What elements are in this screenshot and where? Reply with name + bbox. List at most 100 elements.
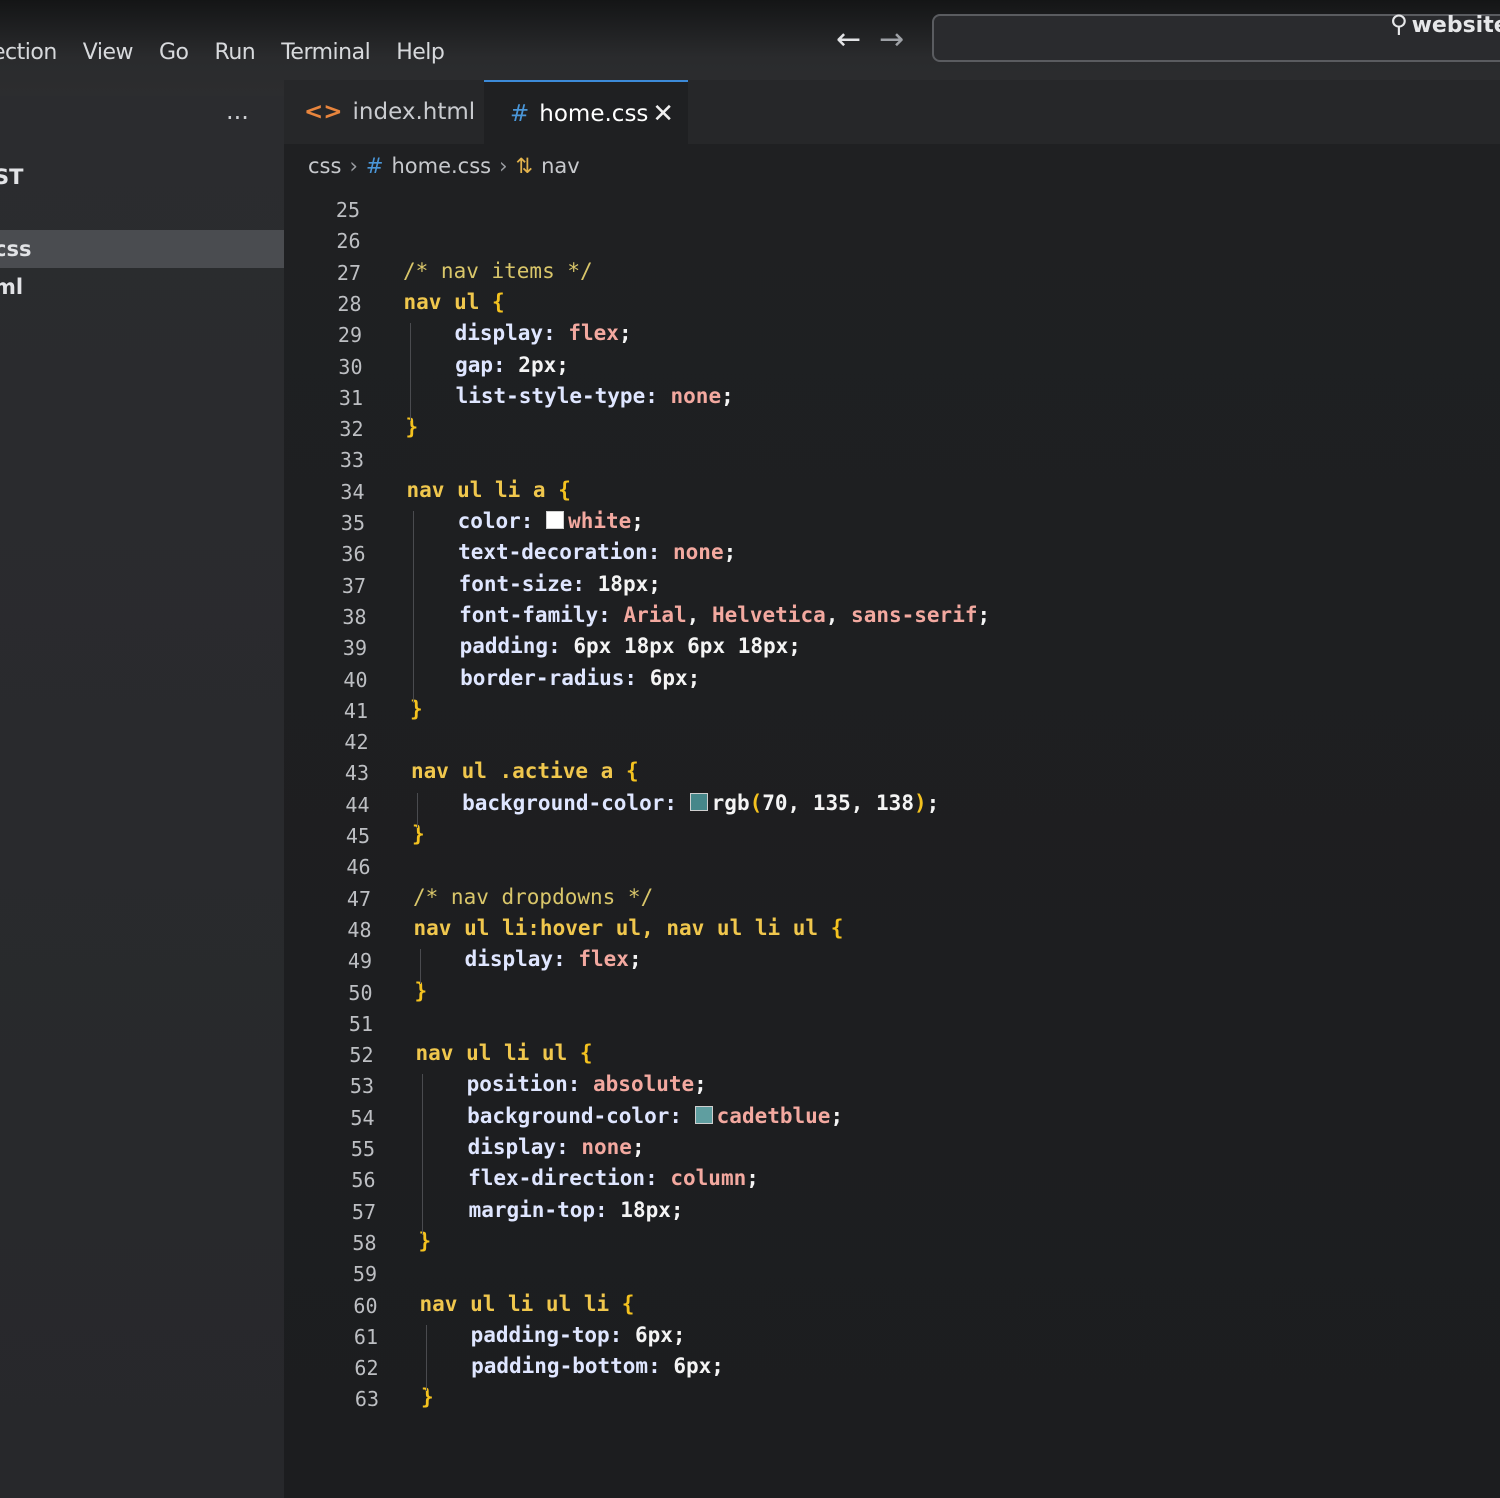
color-swatch[interactable]	[546, 511, 565, 529]
code-line[interactable]: }	[415, 979, 428, 1003]
menu-item-view[interactable]: View	[83, 40, 134, 65]
line-number: 40	[343, 667, 368, 692]
code-token: {	[625, 759, 639, 784]
line-number: 62	[354, 1356, 379, 1381]
code-line[interactable]: }	[419, 1229, 432, 1253]
code-line[interactable]: padding: 6px 18px 6px 18px;	[409, 634, 801, 658]
code-token: absolute	[593, 1072, 695, 1097]
arrow-right-icon[interactable]: →	[879, 22, 904, 57]
code-token: ;	[631, 509, 644, 533]
code-token: ,	[686, 602, 712, 627]
code-token: none	[673, 540, 724, 565]
code-token: {	[558, 477, 571, 502]
line-number: 44	[345, 792, 370, 817]
breadcrumb-file[interactable]: home.css	[391, 154, 491, 178]
menu-item-help[interactable]: Help	[396, 40, 445, 65]
code-line[interactable]: flex-direction: column;	[418, 1166, 759, 1190]
code-token: ;	[618, 321, 632, 346]
line-number: 50	[348, 980, 373, 1005]
arrow-left-icon[interactable]: ←	[836, 22, 861, 57]
code-token: rgb	[711, 790, 750, 815]
line-number: 25	[335, 198, 360, 222]
code-line[interactable]: nav ul li ul {	[416, 1041, 593, 1065]
code-line[interactable]: }	[406, 415, 419, 439]
line-number: 61	[353, 1324, 378, 1349]
code-line[interactable]: nav ul {	[404, 290, 505, 314]
explorer-file-css[interactable]: css	[0, 230, 284, 268]
code-token: border-radius:	[409, 665, 650, 690]
code-line[interactable]: border-radius: 6px;	[409, 665, 700, 690]
explorer-file-html[interactable]: ml	[0, 268, 284, 306]
line-number: 33	[339, 448, 364, 473]
code-line[interactable]: gap: 2px;	[405, 353, 569, 377]
breadcrumb-symbol[interactable]: nav	[541, 154, 580, 178]
code-token: display:	[414, 947, 579, 972]
code-line[interactable]: /* nav dropdowns */	[413, 885, 653, 909]
code-token: none	[670, 383, 722, 408]
code-token: 6px;	[634, 1322, 686, 1347]
code-token: )	[913, 790, 927, 815]
code-token: ;	[628, 947, 642, 972]
code-line[interactable]: list-style-type: none;	[405, 384, 734, 408]
code-line[interactable]: }	[421, 1385, 434, 1409]
code-token: }	[418, 1228, 432, 1253]
code-token: background-color:	[411, 790, 690, 815]
breadcrumb-folder[interactable]: css	[308, 154, 341, 178]
code-line[interactable]: padding-bottom: 6px;	[421, 1354, 724, 1378]
line-number: 27	[336, 260, 361, 285]
color-swatch[interactable]	[689, 792, 708, 811]
indent-guide	[417, 792, 418, 828]
code-token: ;	[631, 1135, 645, 1159]
code-line[interactable]: background-color: cadetblue;	[417, 1104, 843, 1128]
code-token: flex	[578, 947, 629, 972]
tab-index-html[interactable]: <> index.html	[304, 80, 475, 144]
code-line[interactable]: font-size: 18px;	[408, 572, 661, 596]
code-token: 2px;	[518, 352, 569, 377]
code-line[interactable]: position: absolute;	[416, 1072, 707, 1096]
menu-item-go[interactable]: Go	[159, 40, 189, 65]
menu-item-selection[interactable]: ection	[0, 40, 57, 65]
color-swatch[interactable]	[694, 1105, 713, 1124]
code-token: /* nav items */	[403, 258, 593, 283]
code-token: padding:	[409, 634, 574, 659]
code-line[interactable]: nav ul li ul li {	[420, 1292, 635, 1316]
code-line[interactable]: text-decoration: none;	[407, 540, 737, 565]
breadcrumb: css › # home.css › ⇅ nav	[308, 148, 580, 184]
code-line[interactable]: color: white;	[407, 509, 644, 533]
code-line[interactable]: padding-top: 6px;	[420, 1323, 686, 1347]
code-line[interactable]: /* nav items */	[403, 259, 593, 283]
line-number: 56	[351, 1168, 376, 1193]
code-line[interactable]: nav ul .active a {	[411, 759, 639, 783]
code-token: display:	[417, 1135, 582, 1159]
line-number: 63	[354, 1387, 379, 1412]
line-number: 60	[353, 1293, 378, 1318]
code-line[interactable]: display: flex;	[414, 947, 642, 971]
code-token: none	[581, 1135, 632, 1159]
code-token: text-decoration:	[407, 540, 674, 565]
code-line[interactable]: }	[412, 822, 425, 846]
menu-item-terminal[interactable]: Terminal	[281, 40, 370, 65]
chevron-right-icon: ›	[499, 154, 508, 178]
tab-home-css[interactable]: # home.css ✕	[484, 80, 688, 146]
line-number: 45	[345, 824, 370, 848]
menu-item-run[interactable]: Run	[215, 40, 256, 65]
line-number: 32	[339, 417, 364, 442]
code-token: 70, 135, 138	[762, 790, 914, 815]
code-token: 6px 18px 6px 18px;	[573, 634, 801, 659]
code-line[interactable]: background-color: rgb(70, 135, 138);	[411, 790, 939, 815]
code-line[interactable]: margin-top: 18px;	[418, 1198, 684, 1222]
code-token: nav ul	[403, 289, 493, 314]
command-center-label[interactable]: ⚲website_	[1390, 10, 1500, 38]
explorer-section-header[interactable]: ST	[0, 158, 284, 196]
code-line[interactable]: display: flex;	[404, 321, 632, 345]
code-token: list-style-type:	[405, 383, 671, 408]
code-line[interactable]: display: none;	[417, 1135, 645, 1159]
code-token: nav ul li ul	[415, 1041, 580, 1066]
code-token: ;	[723, 540, 737, 565]
code-token: 6px;	[673, 1354, 724, 1379]
code-line[interactable]: nav ul li a {	[407, 478, 571, 502]
more-actions-icon[interactable]: ···	[226, 104, 249, 132]
code-line[interactable]: nav ul li:hover ul, nav ul li ul {	[414, 916, 844, 940]
close-icon[interactable]: ✕	[652, 82, 674, 146]
code-line[interactable]: font-family: Arial, Helvetica, sans-seri…	[409, 602, 990, 627]
